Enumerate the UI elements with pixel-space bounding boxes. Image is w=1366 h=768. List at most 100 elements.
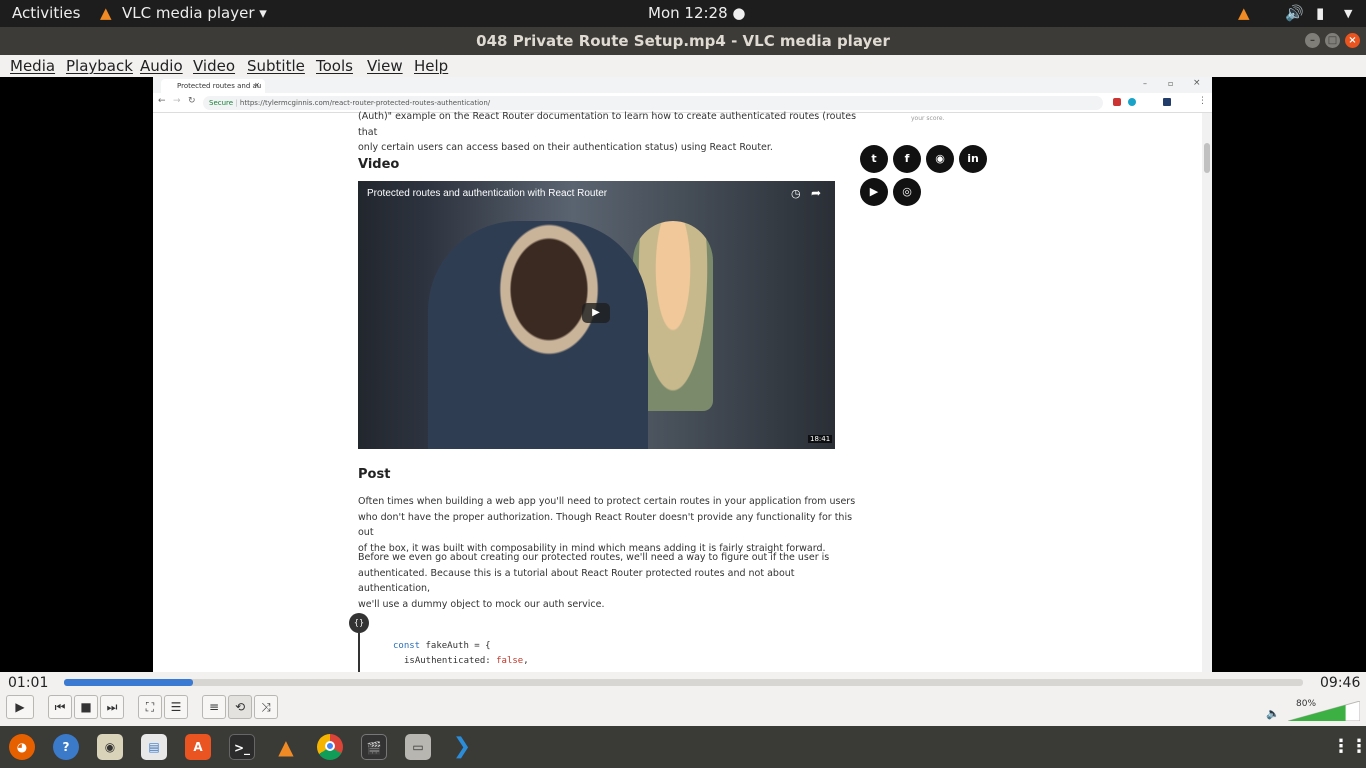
text-line: Often times when building a web app you'… <box>358 496 856 507</box>
show-applications-icon[interactable]: ⋮⋮ <box>1332 734 1366 760</box>
window-title: 048 Private Route Setup.mp4 - VLC media … <box>476 32 890 50</box>
github-icon: ◉ <box>926 145 954 173</box>
activities-button[interactable]: Activities <box>12 4 80 22</box>
seek-bar[interactable] <box>64 679 1303 686</box>
maximize-button[interactable]: □ <box>1325 33 1340 48</box>
chrome-icon[interactable] <box>317 734 343 760</box>
previous-button[interactable]: ⏮ <box>48 695 72 719</box>
rhythmbox-icon[interactable]: ◉ <box>97 734 123 760</box>
random-button[interactable]: ⤨ <box>254 695 278 719</box>
fullscreen-button[interactable]: ⛶ <box>138 695 162 719</box>
menu-tools[interactable]: Tools <box>316 57 353 75</box>
extension-icon <box>1163 98 1171 106</box>
code-key: isAuthenticated <box>404 656 486 666</box>
text-line: (Auth)" example on the React Router docu… <box>358 111 857 138</box>
video-duration: 18:41 <box>808 435 833 443</box>
menu-audio[interactable]: Audio <box>140 57 183 75</box>
code-line: const fakeAuth = { <box>393 639 529 654</box>
menu-view[interactable]: View <box>367 57 403 75</box>
vlc-cone-icon: ▲ <box>100 4 112 22</box>
software-center-icon[interactable]: A <box>185 734 211 760</box>
menu-media[interactable]: Media <box>10 57 55 75</box>
video-editor-icon[interactable]: 🎬 <box>361 734 387 760</box>
play-button[interactable]: ▶ <box>6 695 34 719</box>
player-controls: 01:01 09:46 ▶ ⏮ ■ ⏭ ⛶ ☰ ≡ ⟲ ⤨ 🔈 80% <box>0 672 1366 726</box>
watch-later-icon: ◷ <box>791 187 801 200</box>
code-block-rule <box>358 633 360 672</box>
app-menu[interactable]: VLC media player ▾ <box>122 4 267 22</box>
page-scrollbar <box>1202 113 1212 672</box>
embedded-video: Protected routes and authentication with… <box>358 181 835 449</box>
menu-help[interactable]: Help <box>414 57 448 75</box>
linkedin-icon: in <box>959 145 987 173</box>
url-text: https://tylermcginnis.com/react-router-p… <box>239 99 491 107</box>
vlc-dock-icon[interactable]: ▲ <box>273 734 299 760</box>
code-line: isAuthenticated: false, <box>404 656 529 666</box>
page-scrollbar-thumb <box>1204 143 1210 173</box>
close-button[interactable]: × <box>1345 33 1360 48</box>
seek-bar-fill <box>64 679 193 686</box>
share-icon: ➦ <box>811 186 822 200</box>
vlc-tray-icon[interactable]: ▲ <box>1238 4 1250 22</box>
minimize-button[interactable]: – <box>1305 33 1320 48</box>
browser-minimize-icon: – <box>1143 79 1147 88</box>
text-line: we'll use a dummy object to mock our aut… <box>358 598 605 610</box>
menu-subtitle[interactable]: Subtitle <box>247 57 305 75</box>
code-keyword: const <box>393 641 421 651</box>
files-icon[interactable]: ▭ <box>405 734 431 760</box>
play-overlay-icon: ▶ <box>582 303 610 323</box>
back-icon: ← <box>158 96 166 106</box>
system-menu-arrow-icon[interactable]: ▼ <box>1344 7 1352 20</box>
tab-title: Protected routes and au <box>177 82 262 90</box>
text-line: Before we even go about creating our pro… <box>358 552 830 563</box>
post-heading: Post <box>358 467 391 482</box>
help-icon[interactable]: ? <box>53 734 79 760</box>
browser-close-icon: × <box>1193 78 1201 88</box>
loop-button[interactable]: ⟲ <box>228 695 252 719</box>
stop-button[interactable]: ■ <box>74 695 98 719</box>
elapsed-time[interactable]: 01:01 <box>8 675 48 691</box>
firefox-icon[interactable]: ◕ <box>9 734 35 760</box>
extension-icon <box>1113 98 1121 106</box>
menu-playback[interactable]: Playback <box>66 57 133 75</box>
code-text: fakeAuth = { <box>420 641 491 651</box>
volume-slider[interactable] <box>1287 700 1361 722</box>
secure-label: Secure <box>209 99 234 107</box>
forward-icon: → <box>173 96 181 106</box>
total-time[interactable]: 09:46 <box>1320 675 1360 691</box>
speaker-icon[interactable]: 🔈 <box>1266 707 1280 720</box>
video-heading: Video <box>358 157 400 172</box>
video-title: Protected routes and authentication with… <box>367 188 608 199</box>
sidebar-score-text: your score. <box>911 115 945 122</box>
reload-icon: ↻ <box>188 96 196 106</box>
text-line: authenticated. Because this is a tutoria… <box>358 567 795 595</box>
browser-tab-strip: Protected routes and au × – ▫ × <box>153 77 1212 93</box>
youtube-icon: ▶ <box>860 178 888 206</box>
clock[interactable]: Mon 12:28 ● <box>648 4 745 22</box>
window-title-bar: 048 Private Route Setup.mp4 - VLC media … <box>0 27 1366 55</box>
video-frame-browser: Protected routes and au × – ▫ × ← → ↻ Se… <box>153 77 1212 672</box>
volume-status-icon[interactable]: 🔊 <box>1285 4 1304 22</box>
playlist-button[interactable]: ≡ <box>202 695 226 719</box>
gnome-top-bar: Activities ▲ VLC media player ▾ Mon 12:2… <box>0 0 1366 27</box>
post-paragraph-2: Before we even go about creating our pro… <box>358 550 858 612</box>
browser-tab: Protected routes and au × <box>161 79 265 93</box>
menu-video[interactable]: Video <box>193 57 235 75</box>
intro-paragraph: (Auth)" example on the React Router docu… <box>358 109 858 156</box>
twitter-icon: t <box>860 145 888 173</box>
code-badge-icon: {} <box>349 613 369 633</box>
facebook-icon: f <box>893 145 921 173</box>
extended-settings-button[interactable]: ☰ <box>164 695 188 719</box>
document-viewer-icon[interactable]: ▤ <box>141 734 167 760</box>
instagram-icon: ◎ <box>893 178 921 206</box>
battery-icon[interactable]: ▮ <box>1316 4 1324 22</box>
man-illustration <box>428 221 648 449</box>
next-button[interactable]: ⏭ <box>100 695 124 719</box>
menu-bar: Media Playback Audio Video Subtitle Tool… <box>0 55 1366 77</box>
browser-menu-icon: ⋮ <box>1198 96 1207 106</box>
code-value: false <box>496 656 524 666</box>
terminal-icon[interactable]: >_ <box>229 734 255 760</box>
vscode-icon[interactable]: ❯ <box>449 734 475 760</box>
extension-icon <box>1128 98 1136 106</box>
code-block: const fakeAuth = { isAuthenticated: fals… <box>393 639 529 669</box>
